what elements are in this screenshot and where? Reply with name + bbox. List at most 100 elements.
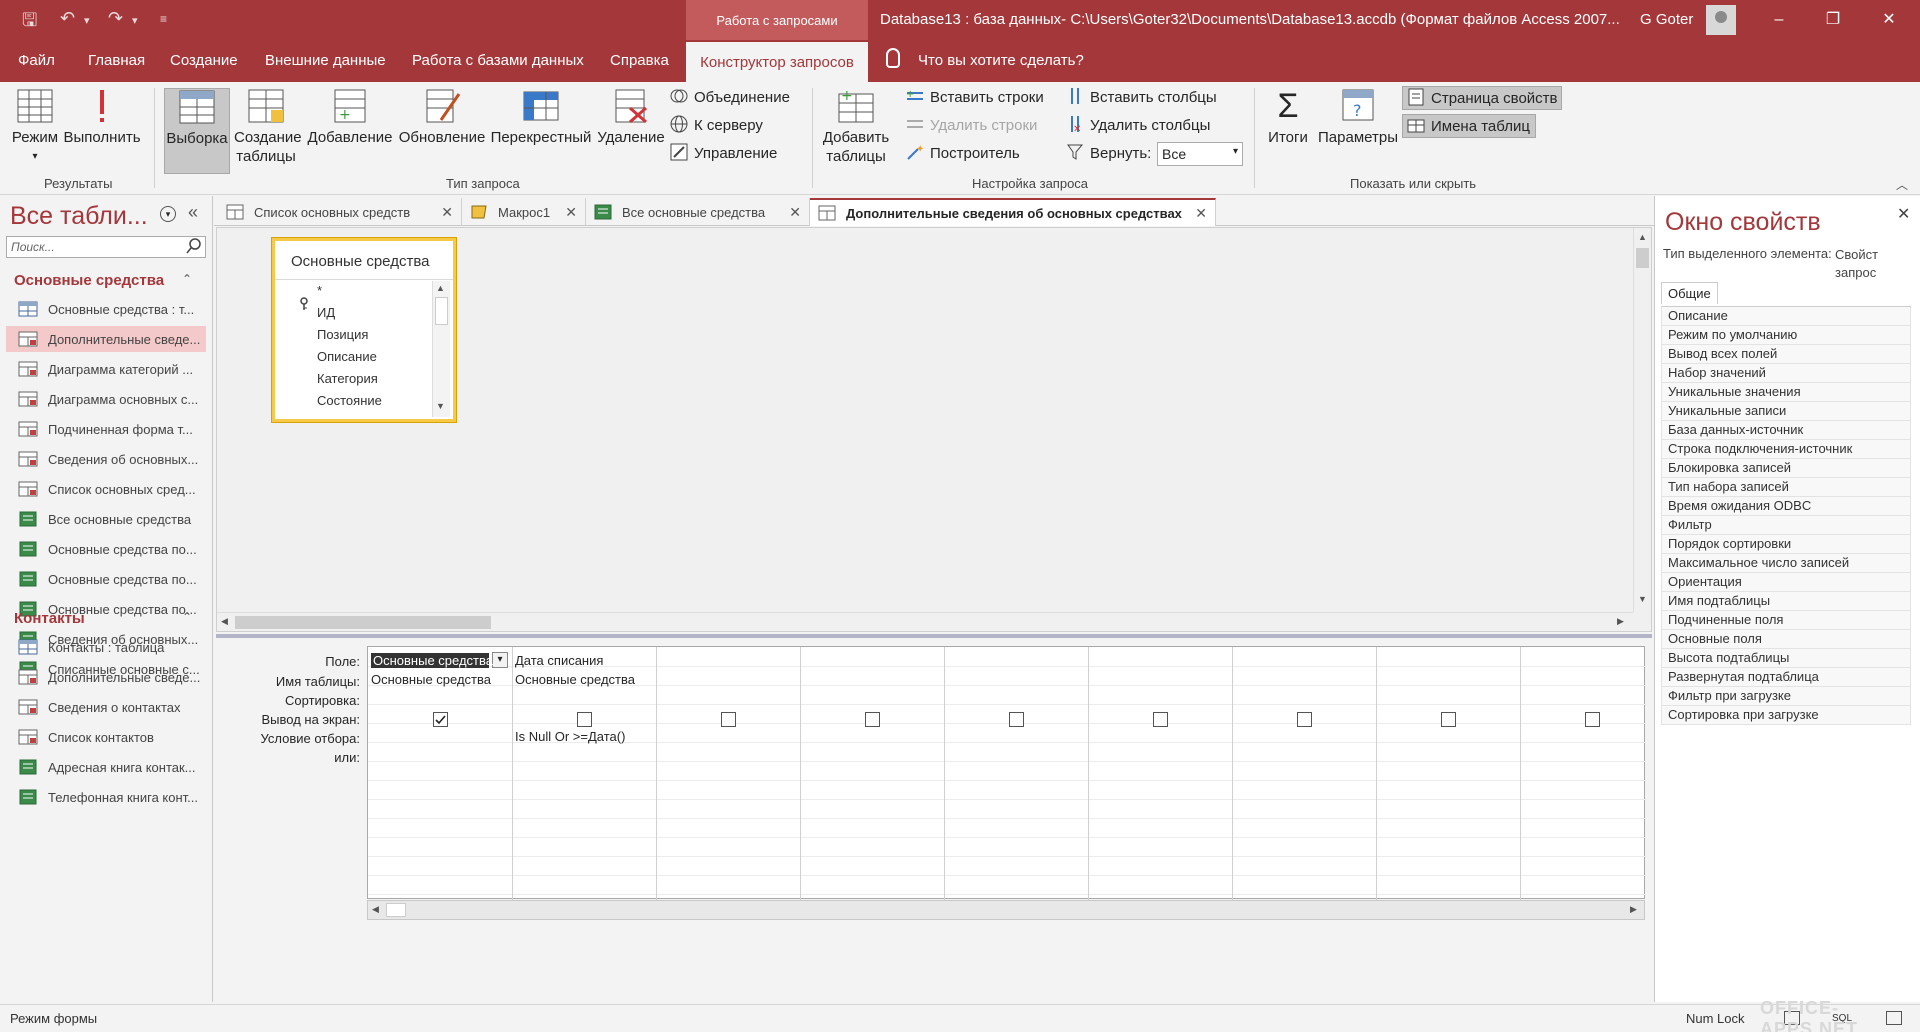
nav-item[interactable]: Диаграмма категорий ... bbox=[6, 356, 206, 382]
append-button[interactable]: + Добавление bbox=[304, 88, 396, 147]
close-tab-icon[interactable]: ✕ bbox=[1195, 205, 1207, 222]
vertical-scrollbar[interactable]: ▲ ▼ bbox=[1633, 228, 1651, 612]
parameters-button[interactable]: ? Параметры bbox=[1316, 88, 1400, 147]
property-row[interactable]: Высота подтаблицы bbox=[1661, 649, 1911, 668]
nav-item[interactable]: Сведения об основных... bbox=[6, 446, 206, 472]
tab-query-design[interactable]: Конструктор запросов bbox=[686, 42, 868, 82]
view-button[interactable]: Режим ▾ bbox=[10, 88, 60, 166]
nav-item[interactable]: Основные средства : т... bbox=[6, 296, 206, 322]
field-list-scrollbar[interactable]: ▲ ▼ bbox=[432, 281, 450, 417]
builder-button[interactable]: ✦ Построитель bbox=[906, 142, 1020, 166]
nav-item[interactable]: Сведения о контактах bbox=[6, 694, 206, 720]
close-tab-icon[interactable]: ✕ bbox=[789, 204, 801, 221]
undo-icon[interactable]: ↶ bbox=[60, 8, 75, 29]
show-checkbox[interactable] bbox=[577, 712, 592, 727]
scroll-left-icon[interactable]: ◀ bbox=[221, 616, 228, 627]
nav-item[interactable]: Подчиненная форма т... bbox=[6, 416, 206, 442]
user-name[interactable]: G Goter bbox=[1640, 11, 1693, 28]
nav-item[interactable]: Диаграмма основных с... bbox=[6, 386, 206, 412]
show-checkbox[interactable] bbox=[1441, 712, 1456, 727]
field-list-title[interactable]: Основные средства bbox=[291, 253, 429, 270]
collapse-nav-icon[interactable]: « bbox=[188, 202, 198, 223]
nav-item[interactable]: Контакты : таблица bbox=[6, 634, 206, 660]
property-row[interactable]: Ориентация bbox=[1661, 573, 1911, 592]
tell-me-search[interactable]: Что вы хотите сделать? bbox=[918, 52, 1084, 69]
select-query-button[interactable]: Выборка bbox=[164, 88, 230, 174]
scroll-up-icon[interactable]: ▲ bbox=[1638, 232, 1647, 242]
property-row[interactable]: Фильтр bbox=[1661, 516, 1911, 535]
doc-tab-active[interactable]: Дополнительные сведения об основных сред… bbox=[810, 198, 1216, 226]
property-row[interactable]: Время ожидания ODBC bbox=[1661, 497, 1911, 516]
totals-button[interactable]: Σ Итоги bbox=[1264, 88, 1312, 147]
show-checkbox[interactable] bbox=[1009, 712, 1024, 727]
property-row[interactable]: Основные поля bbox=[1661, 630, 1911, 649]
field-list-item[interactable]: Состояние bbox=[317, 393, 382, 408]
scroll-thumb[interactable] bbox=[1636, 248, 1649, 268]
redo-dropdown-icon[interactable]: ▾ bbox=[132, 14, 138, 27]
field-list-item[interactable]: Категория bbox=[317, 371, 378, 386]
grid-horizontal-scrollbar[interactable]: ◀ ▶ bbox=[367, 900, 1645, 920]
delete-columns-button[interactable]: ✕ Удалить столбцы bbox=[1066, 114, 1210, 138]
collapse-group-icon[interactable]: ⌃ bbox=[182, 272, 192, 286]
save-icon[interactable]: 🖫 bbox=[22, 8, 37, 38]
field-list-item[interactable]: Описание bbox=[317, 349, 377, 364]
property-row[interactable]: Режим по умолчанию bbox=[1661, 326, 1911, 345]
scroll-down-icon[interactable]: ▼ bbox=[436, 401, 445, 411]
scroll-down-icon[interactable]: ▼ bbox=[1638, 594, 1647, 604]
tab-database-tools[interactable]: Работа с базами данных bbox=[412, 52, 584, 69]
nav-item[interactable]: Список контактов bbox=[6, 724, 206, 750]
make-table-button[interactable]: Создание таблицы bbox=[234, 88, 302, 166]
search-icon[interactable] bbox=[186, 238, 202, 254]
nav-item[interactable]: Основные средства по... bbox=[6, 536, 206, 562]
show-checkbox[interactable] bbox=[433, 712, 448, 727]
horizontal-scrollbar[interactable]: ◀ ▶ bbox=[217, 612, 1633, 631]
scroll-thumb[interactable] bbox=[235, 616, 491, 629]
scroll-left-icon[interactable]: ◀ bbox=[372, 904, 379, 915]
field-list-item[interactable]: * bbox=[317, 283, 322, 298]
tab-create[interactable]: Создание bbox=[170, 52, 238, 69]
chevron-down-icon[interactable]: ▾ bbox=[492, 652, 508, 668]
property-row[interactable]: Уникальные записи bbox=[1661, 402, 1911, 421]
nav-pane-title[interactable]: Все табли... bbox=[10, 202, 148, 231]
grid-table-cell[interactable]: Основные средства bbox=[515, 672, 635, 687]
property-row[interactable]: База данных-источник bbox=[1661, 421, 1911, 440]
restore-button[interactable]: ❐ bbox=[1810, 6, 1856, 34]
nav-search-input[interactable]: Поиск... bbox=[6, 236, 206, 258]
update-button[interactable]: Обновление bbox=[396, 88, 488, 147]
property-row[interactable]: Сортировка при загрузке bbox=[1661, 706, 1911, 725]
nav-group-header[interactable]: Основные средства bbox=[14, 272, 164, 289]
property-row[interactable]: Описание bbox=[1661, 307, 1911, 326]
grid-field-cell[interactable]: Основные средства bbox=[371, 653, 493, 668]
property-row[interactable]: Набор значений bbox=[1661, 364, 1911, 383]
doc-tab[interactable]: Список основных средств ✕ bbox=[218, 198, 462, 226]
collapse-ribbon-icon[interactable]: ︿ bbox=[1896, 176, 1908, 193]
insert-rows-button[interactable]: + Вставить строки bbox=[906, 86, 1044, 110]
tab-external-data[interactable]: Внешние данные bbox=[265, 52, 386, 69]
property-row[interactable]: Имя подтаблицы bbox=[1661, 592, 1911, 611]
property-row[interactable]: Развернутая подтаблица bbox=[1661, 668, 1911, 687]
doc-tab[interactable]: Все основные средства ✕ bbox=[586, 198, 810, 226]
nav-item[interactable]: Адресная книга контак... bbox=[6, 754, 206, 780]
nav-item[interactable]: Дополнительные сведе... bbox=[6, 326, 206, 352]
nav-item[interactable]: Дополнительные сведе... bbox=[6, 664, 206, 690]
show-table-button[interactable]: + Добавить таблицы bbox=[820, 88, 892, 166]
property-row[interactable]: Вывод всех полей bbox=[1661, 345, 1911, 364]
show-checkbox[interactable] bbox=[721, 712, 736, 727]
union-button[interactable]: Объединение bbox=[670, 86, 790, 110]
show-checkbox[interactable] bbox=[1297, 712, 1312, 727]
field-list-item[interactable]: ИД bbox=[317, 305, 335, 320]
redo-icon[interactable]: ↷ bbox=[108, 8, 123, 29]
nav-group-header[interactable]: Контакты bbox=[14, 610, 85, 627]
close-tab-icon[interactable]: ✕ bbox=[441, 204, 453, 221]
collapse-group-icon[interactable]: ⌃ bbox=[182, 610, 192, 624]
scroll-thumb[interactable] bbox=[435, 297, 448, 325]
show-checkbox[interactable] bbox=[865, 712, 880, 727]
scroll-right-icon[interactable]: ▶ bbox=[1630, 904, 1637, 915]
property-row[interactable]: Строка подключения-источник bbox=[1661, 440, 1911, 459]
nav-item[interactable]: Телефонная книга конт... bbox=[6, 784, 206, 810]
property-row[interactable]: Блокировка записей bbox=[1661, 459, 1911, 478]
nav-item[interactable]: Список основных сред... bbox=[6, 476, 206, 502]
doc-tab[interactable]: Макрос1 ✕ bbox=[462, 198, 586, 226]
close-window-button[interactable]: ✕ bbox=[1866, 6, 1912, 34]
property-row[interactable]: Уникальные значения bbox=[1661, 383, 1911, 402]
